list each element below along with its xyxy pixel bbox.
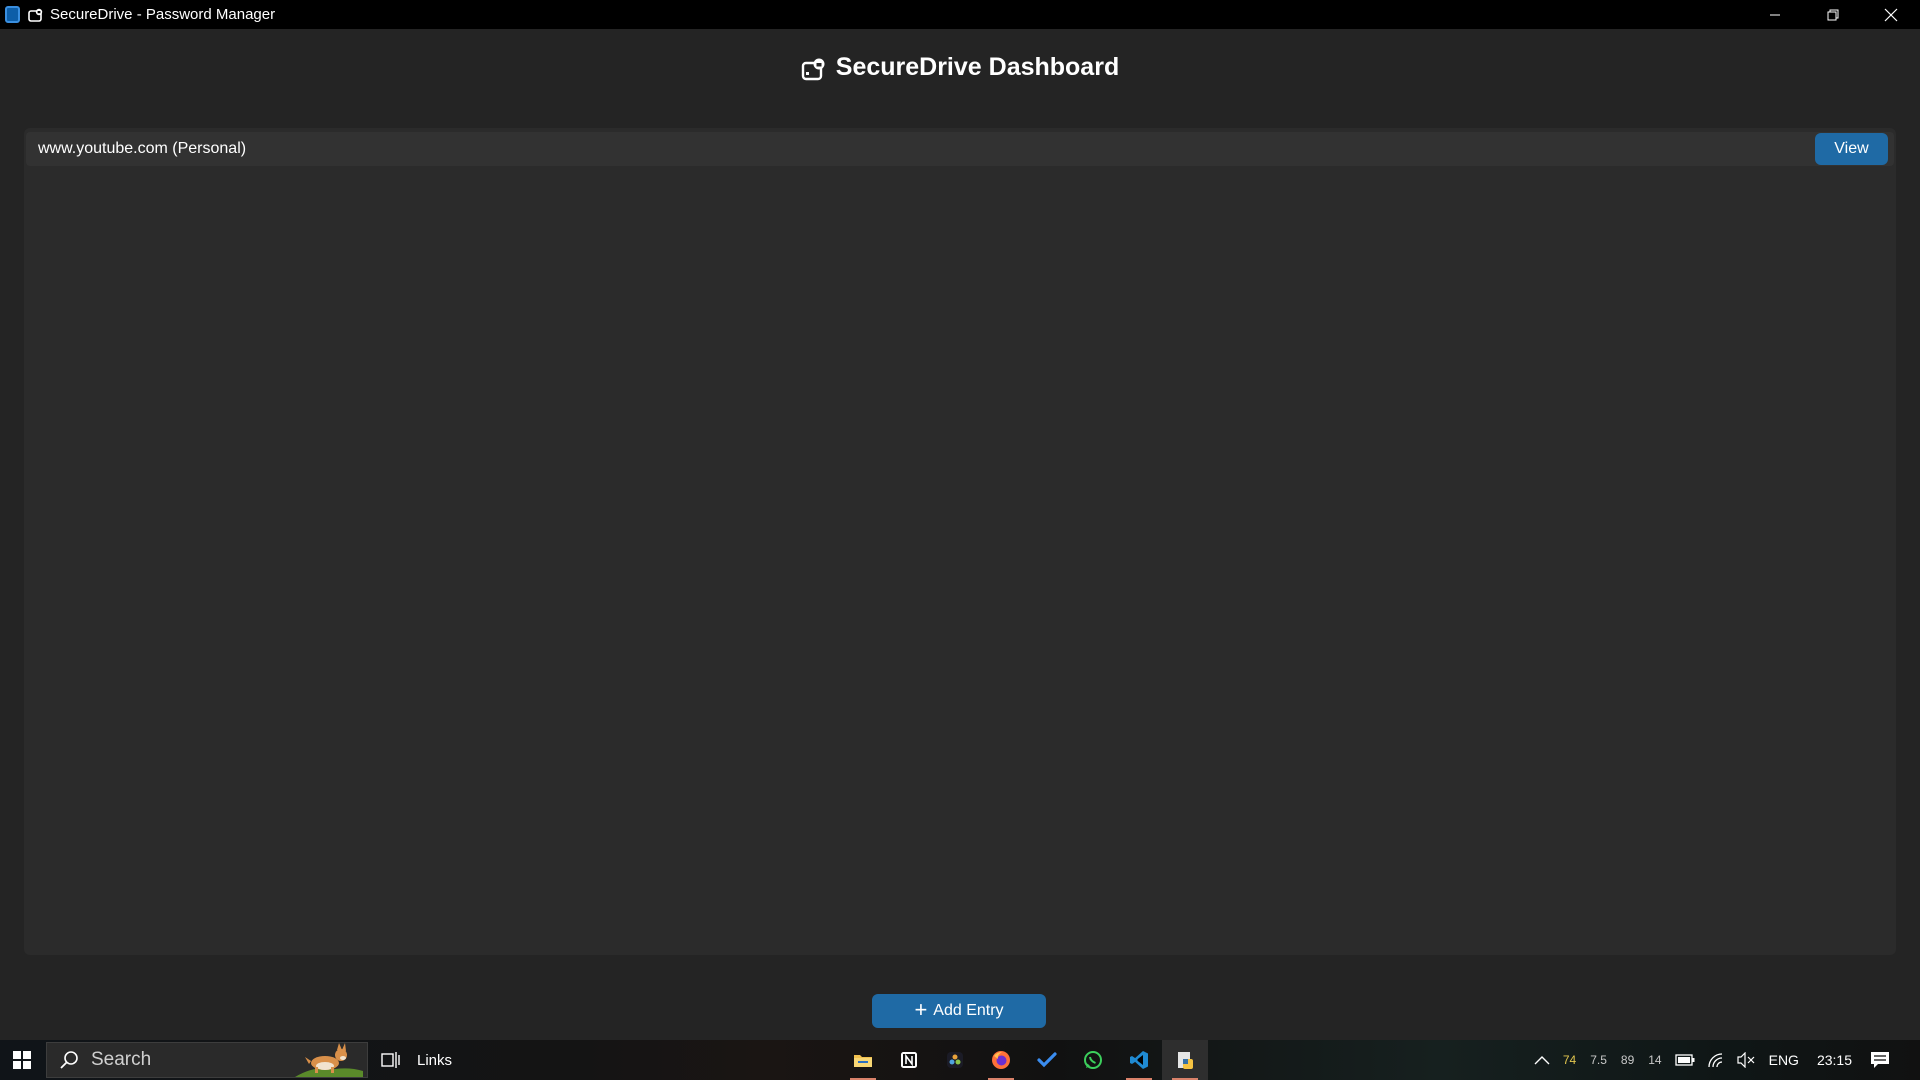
window-titlebar: SecureDrive - Password Manager [0, 0, 1920, 29]
taskbar-app-davinci-resolve[interactable] [932, 1040, 978, 1080]
taskbar-app-firefox[interactable] [978, 1040, 1024, 1080]
system-tray: 74 7.5 89 14 ENG 23:15 [1528, 1040, 1920, 1080]
lock-drive-icon [801, 56, 827, 82]
tray-stat: 14 [1648, 1053, 1662, 1067]
checkmark-icon [1037, 1052, 1057, 1068]
search-placeholder: Search [91, 1049, 152, 1070]
restore-icon [1827, 9, 1839, 20]
page-title: SecureDrive Dashboard [835, 52, 1120, 81]
search-icon [59, 1050, 79, 1070]
taskbar-app-vscode[interactable] [1116, 1040, 1162, 1080]
taskbar-app-whatsapp[interactable] [1070, 1040, 1116, 1080]
start-button[interactable] [0, 1040, 44, 1080]
taskbar-app-file-explorer[interactable] [840, 1040, 886, 1080]
chevron-up-icon[interactable] [1534, 1055, 1550, 1065]
task-view-button[interactable] [369, 1040, 413, 1080]
list-item: www.youtube.com (Personal) View [26, 132, 1894, 166]
whatsapp-icon [1084, 1051, 1102, 1069]
app-icon [5, 6, 20, 23]
close-button[interactable] [1862, 0, 1920, 29]
restore-button[interactable] [1804, 0, 1862, 29]
taskbar-app-securedrive[interactable] [1162, 1040, 1208, 1080]
taskbar-search[interactable]: Search [46, 1042, 368, 1078]
minimize-icon [1770, 14, 1780, 15]
add-entry-label: Add Entry [933, 1002, 1004, 1019]
taskbar: Search Links 74 7.5 89 14 ENG 23:15 [0, 1040, 1920, 1080]
entry-label: www.youtube.com (Personal) [38, 140, 247, 157]
notion-icon [901, 1052, 917, 1068]
clock[interactable]: 23:15 [1817, 1052, 1852, 1068]
window-title: SecureDrive - Password Manager [50, 6, 276, 23]
close-icon [1884, 8, 1898, 21]
wifi-icon[interactable] [1707, 1052, 1725, 1068]
minimize-button[interactable] [1746, 0, 1804, 29]
firefox-icon [992, 1051, 1010, 1069]
battery-icon[interactable] [1674, 1054, 1695, 1066]
folder-icon [854, 1055, 872, 1067]
view-button[interactable]: View [1815, 133, 1888, 165]
plus-icon: + [914, 997, 928, 1022]
entries-list: www.youtube.com (Personal) View [24, 128, 1896, 955]
add-entry-button[interactable]: + Add Entry [872, 994, 1046, 1028]
python-app-icon [1178, 1052, 1193, 1069]
taskbar-app-notion[interactable] [886, 1040, 932, 1080]
task-view-icon [381, 1052, 400, 1068]
vscode-icon [1130, 1051, 1148, 1069]
windows-icon [13, 1051, 31, 1069]
tray-stat: 74 [1562, 1053, 1577, 1067]
input-language[interactable]: ENG [1769, 1052, 1799, 1068]
davinci-icon [947, 1052, 963, 1068]
links-toolbar[interactable]: Links [417, 1052, 452, 1069]
dashboard-header: SecureDrive Dashboard [0, 29, 1920, 129]
taskbar-app-todo[interactable] [1024, 1040, 1070, 1080]
tray-stat: 89 [1620, 1053, 1635, 1067]
lock-drive-icon [27, 6, 45, 24]
notifications-icon[interactable] [1870, 1051, 1890, 1069]
corgi-illustration [295, 1043, 363, 1077]
speaker-muted-icon[interactable] [1737, 1052, 1755, 1068]
tray-stat: 7.5 [1590, 1053, 1607, 1067]
